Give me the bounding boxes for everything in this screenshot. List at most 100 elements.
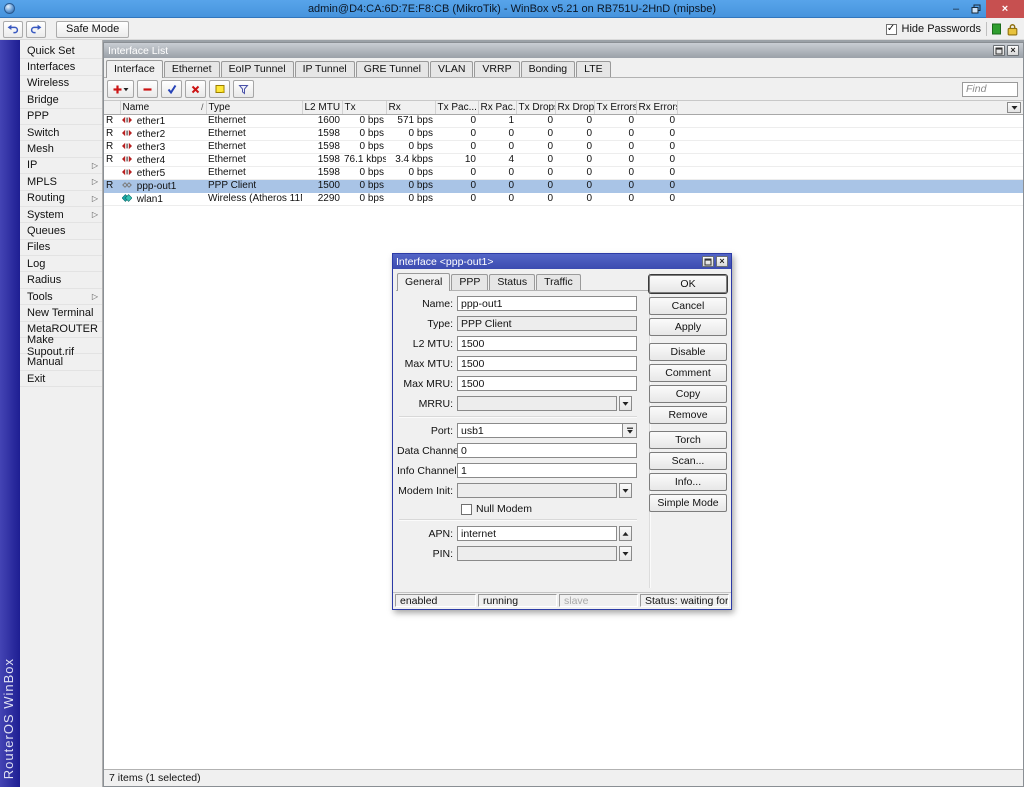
simple-mode-button[interactable]: Simple Mode xyxy=(649,494,727,512)
name-column-header[interactable]: Name/ xyxy=(120,101,206,114)
redo-button[interactable] xyxy=(26,21,46,38)
tab[interactable]: Bonding xyxy=(521,61,576,77)
close-button[interactable]: × xyxy=(986,0,1024,18)
sidebar-item[interactable]: Routing ▷ xyxy=(20,191,102,207)
table-row[interactable]: R ether4 Ethernet 1598 76.1 kbps 3.4 kbp… xyxy=(104,153,1023,166)
sidebar-item[interactable]: Queues ▷ xyxy=(20,223,102,239)
scan-button[interactable]: Scan... xyxy=(649,452,727,470)
tab[interactable]: IP Tunnel xyxy=(295,61,355,77)
dialog-titlebar[interactable]: Interface <ppp-out1> × xyxy=(393,254,731,269)
flag-column-header[interactable] xyxy=(104,101,120,114)
rx-packets-column-header[interactable]: Rx Pac... xyxy=(478,101,516,114)
row-name-cell[interactable]: ether4 xyxy=(120,153,206,166)
tx-column-header[interactable]: Tx xyxy=(342,101,386,114)
l2mtu-field[interactable] xyxy=(457,336,637,351)
tab[interactable]: VLAN xyxy=(430,61,473,77)
table-row[interactable]: R ether1 Ethernet 1600 0 bps 571 bps 0 1… xyxy=(104,114,1023,127)
rx-drops-column-header[interactable]: Rx Drops xyxy=(555,101,594,114)
safe-mode-button[interactable]: Safe Mode xyxy=(56,21,129,38)
sidebar-item[interactable]: Switch ▷ xyxy=(20,125,102,141)
tab[interactable]: Ethernet xyxy=(164,61,220,77)
row-name-cell[interactable]: ether3 xyxy=(120,140,206,153)
sidebar-item[interactable]: Make Supout.rif ▷ xyxy=(20,338,102,354)
sidebar-item[interactable]: MPLS ▷ xyxy=(20,174,102,190)
restore-button[interactable] xyxy=(966,0,986,18)
l2mtu-column-header[interactable]: L2 MTU xyxy=(302,101,342,114)
data-channel-field[interactable] xyxy=(457,443,637,458)
info-button[interactable]: Info... xyxy=(649,473,727,491)
ok-button[interactable]: OK xyxy=(649,275,727,293)
close-window-button[interactable]: × xyxy=(1007,45,1019,56)
tab[interactable]: VRRP xyxy=(474,61,519,77)
sidebar-item[interactable]: Tools ▷ xyxy=(20,289,102,305)
interface-list-titlebar[interactable]: Interface List × xyxy=(104,43,1023,58)
tx-errors-column-header[interactable]: Tx Errors xyxy=(594,101,636,114)
sidebar-item[interactable]: Quick Set ▷ xyxy=(20,43,102,59)
column-select-button[interactable] xyxy=(1007,102,1021,113)
hide-passwords-checkbox[interactable]: ✓ xyxy=(886,24,897,35)
tab[interactable]: General xyxy=(397,273,450,291)
remove-button[interactable]: Remove xyxy=(649,406,727,424)
tab[interactable]: Traffic xyxy=(536,274,581,290)
sidebar-item[interactable]: Exit ▷ xyxy=(20,371,102,387)
mrru-dropdown-button[interactable] xyxy=(619,396,632,411)
row-name-cell[interactable]: ppp-out1 xyxy=(120,179,206,192)
sidebar-item[interactable]: Bridge ▷ xyxy=(20,92,102,108)
disable-button[interactable]: Disable xyxy=(649,343,727,361)
max-mtu-field[interactable] xyxy=(457,356,637,371)
row-name-cell[interactable]: ether5 xyxy=(120,166,206,179)
row-name-cell[interactable]: ether2 xyxy=(120,127,206,140)
table-row[interactable]: R ether2 Ethernet 1598 0 bps 0 bps 0 0 0… xyxy=(104,127,1023,140)
port-select-button[interactable] xyxy=(622,424,636,437)
max-mru-field[interactable] xyxy=(457,376,637,391)
tab[interactable]: EoIP Tunnel xyxy=(221,61,294,77)
dialog-restore-button[interactable] xyxy=(702,256,714,267)
tab[interactable]: LTE xyxy=(576,61,610,77)
tab[interactable]: Status xyxy=(489,274,535,290)
row-name-cell[interactable]: ether1 xyxy=(120,114,206,127)
dialog-close-button[interactable]: × xyxy=(716,256,728,267)
type-column-header[interactable]: Type xyxy=(206,101,302,114)
comment-button[interactable] xyxy=(209,80,230,98)
table-row[interactable]: ether5 Ethernet 1598 0 bps 0 bps 0 0 0 0… xyxy=(104,166,1023,179)
apn-collapse-button[interactable] xyxy=(619,526,632,541)
sidebar-item[interactable]: Wireless ▷ xyxy=(20,76,102,92)
sidebar-item[interactable]: PPP ▷ xyxy=(20,109,102,125)
tx-packets-column-header[interactable]: Tx Pac... xyxy=(435,101,478,114)
sidebar-item[interactable]: Interfaces ▷ xyxy=(20,59,102,75)
rx-column-header[interactable]: Rx xyxy=(386,101,435,114)
remove-interface-button[interactable] xyxy=(137,80,158,98)
sidebar-item[interactable]: System ▷ xyxy=(20,207,102,223)
pin-dropdown-button[interactable] xyxy=(619,546,632,561)
disable-interface-button[interactable] xyxy=(185,80,206,98)
table-row[interactable]: wlan1 Wireless (Atheros 11N) 2290 0 bps … xyxy=(104,192,1023,205)
torch-button[interactable]: Torch xyxy=(649,431,727,449)
add-interface-button[interactable] xyxy=(107,80,134,98)
sidebar-item[interactable]: New Terminal ▷ xyxy=(20,305,102,321)
modem-init-dropdown-button[interactable] xyxy=(619,483,632,498)
sidebar-item[interactable]: Radius ▷ xyxy=(20,272,102,288)
port-field[interactable] xyxy=(457,423,637,438)
apn-field[interactable] xyxy=(457,526,617,541)
tab[interactable]: GRE Tunnel xyxy=(356,61,429,77)
comment-button[interactable]: Comment xyxy=(649,364,727,382)
info-channel-field[interactable] xyxy=(457,463,637,478)
copy-button[interactable]: Copy xyxy=(649,385,727,403)
rx-errors-column-header[interactable]: Rx Errors xyxy=(636,101,677,114)
sidebar-item[interactable]: IP ▷ xyxy=(20,158,102,174)
enable-interface-button[interactable] xyxy=(161,80,182,98)
find-input[interactable] xyxy=(962,82,1018,97)
minimize-button[interactable]: – xyxy=(946,0,966,18)
sidebar-item[interactable]: Files ▷ xyxy=(20,240,102,256)
apply-button[interactable]: Apply xyxy=(649,318,727,336)
cancel-button[interactable]: Cancel xyxy=(649,297,727,315)
name-field[interactable] xyxy=(457,296,637,311)
tx-drops-column-header[interactable]: Tx Drops xyxy=(516,101,555,114)
restore-window-button[interactable] xyxy=(993,45,1005,56)
tab[interactable]: PPP xyxy=(451,274,488,290)
undo-button[interactable] xyxy=(3,21,23,38)
sidebar-item[interactable]: Mesh ▷ xyxy=(20,141,102,157)
tab[interactable]: Interface xyxy=(106,60,163,78)
null-modem-checkbox[interactable] xyxy=(461,504,472,515)
row-name-cell[interactable]: wlan1 xyxy=(120,192,206,205)
